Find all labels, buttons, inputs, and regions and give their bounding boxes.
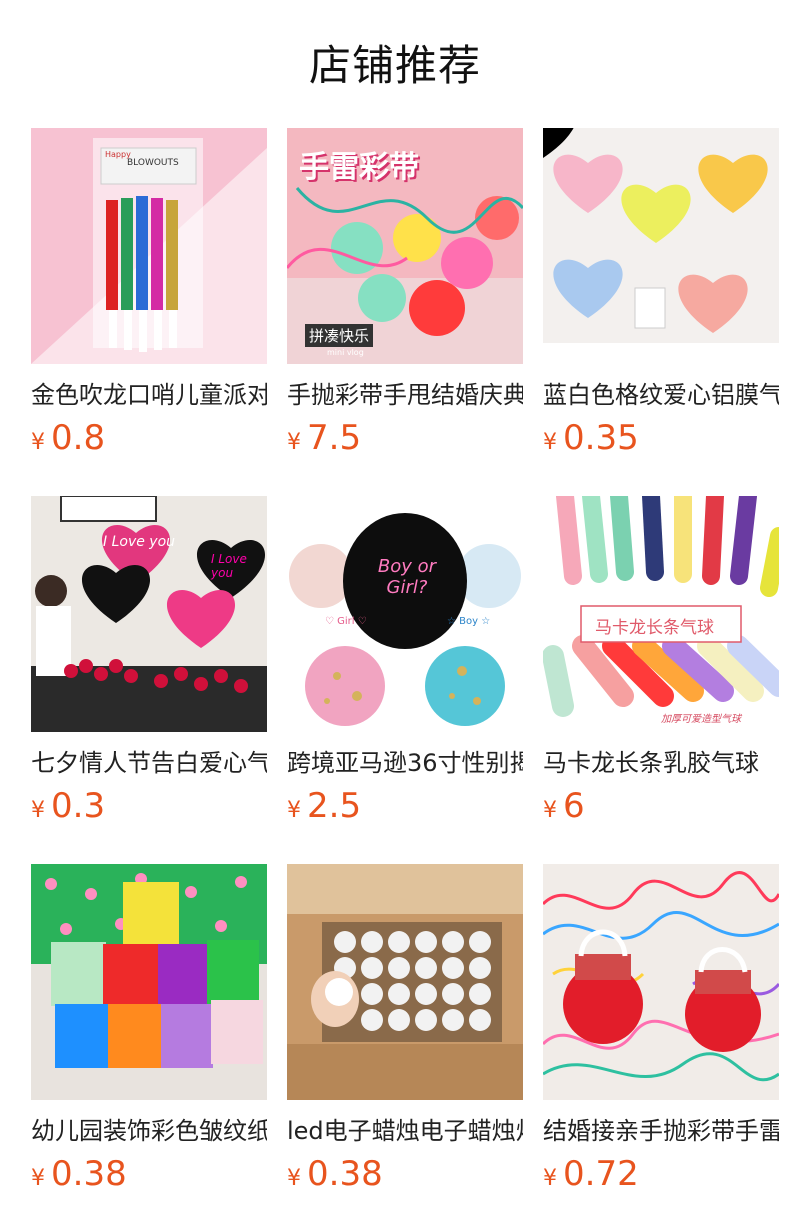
- product-image-streamers[interactable]: 手雷彩带 拼凑快乐 mini vlog: [287, 128, 523, 364]
- currency-symbol: ¥: [287, 430, 301, 455]
- price-value: 6: [563, 786, 585, 826]
- price-value: 2.5: [307, 786, 362, 826]
- image-main-text: Boy or Girl?: [377, 556, 437, 598]
- currency-symbol: ¥: [543, 798, 557, 823]
- product-card[interactable]: 手雷彩带 拼凑快乐 mini vlog 手抛彩带手甩结婚庆典 ¥7.5: [287, 128, 523, 458]
- product-name[interactable]: 金色吹龙口哨儿童派对: [31, 378, 267, 412]
- product-image-led-candles[interactable]: [287, 864, 523, 1100]
- product-price: ¥2.5: [287, 786, 523, 826]
- image-footer-text: mini vlog: [327, 348, 364, 357]
- price-value: 0.3: [51, 786, 106, 826]
- product-card[interactable]: BLOWOUTS Happy 金色吹龙口哨儿童派对 ¥0.8: [31, 128, 267, 458]
- product-price: ¥0.35: [543, 418, 779, 458]
- product-image-crepe-paper[interactable]: [31, 864, 267, 1100]
- image-left-tag: ♡ Girl ♡: [325, 616, 367, 627]
- price-value: 0.38: [307, 1154, 383, 1194]
- product-name[interactable]: 手抛彩带手甩结婚庆典: [287, 378, 523, 412]
- image-footer-text: 加厚可爱造型气球: [661, 714, 741, 725]
- currency-symbol: ¥: [31, 430, 45, 455]
- currency-symbol: ¥: [31, 1166, 45, 1191]
- product-name[interactable]: 七夕情人节告白爱心气球: [31, 746, 267, 780]
- image-headline-text: 手雷彩带: [299, 150, 419, 185]
- product-card[interactable]: Boy or Girl? ♡ Girl ♡ ☆ Boy ☆ 跨境亚马逊36寸性别…: [287, 496, 523, 826]
- product-name[interactable]: 马卡龙长条乳胶气球: [543, 746, 779, 780]
- product-price: ¥6: [543, 786, 779, 826]
- product-price: ¥7.5: [287, 418, 523, 458]
- image-balloon-text: I Love you: [103, 534, 176, 550]
- currency-symbol: ¥: [287, 798, 301, 823]
- product-name[interactable]: led电子蜡烛电子蜡烛灯: [287, 1114, 523, 1148]
- product-name[interactable]: 蓝白色格纹爱心铝膜气球: [543, 378, 779, 412]
- currency-symbol: ¥: [543, 1166, 557, 1191]
- price-value: 0.38: [51, 1154, 127, 1194]
- product-image-love-balloons[interactable]: I Love you I Love you: [31, 496, 267, 732]
- image-badge-text: 拼凑快乐: [305, 324, 374, 347]
- product-price: ¥0.38: [31, 1154, 267, 1194]
- product-price: ¥0.72: [543, 1154, 779, 1194]
- image-balloon-text: I Love you: [211, 552, 247, 580]
- currency-symbol: ¥: [31, 798, 45, 823]
- product-card[interactable]: 蓝白色格纹爱心铝膜气球 ¥0.35: [543, 128, 779, 458]
- product-image-heart-balloons[interactable]: [543, 128, 779, 364]
- currency-symbol: ¥: [543, 430, 557, 455]
- product-name[interactable]: 幼儿园装饰彩色皱纹纸: [31, 1114, 267, 1148]
- product-image-gender-reveal[interactable]: Boy or Girl? ♡ Girl ♡ ☆ Boy ☆: [287, 496, 523, 732]
- image-label-text: 马卡龙长条气球: [595, 618, 714, 638]
- price-value: 7.5: [307, 418, 362, 458]
- section-title: 店铺推荐: [308, 41, 481, 90]
- product-card[interactable]: I Love you I Love you 七夕情人节告白爱心气球 ¥0.3: [31, 496, 267, 826]
- image-brand-text: BLOWOUTS: [127, 158, 179, 168]
- price-value: 0.35: [563, 418, 639, 458]
- product-image-macaron-balloons[interactable]: 马卡龙长条气球 加厚可爱造型气球: [543, 496, 779, 732]
- product-card[interactable]: 结婚接亲手抛彩带手雷 ¥0.72: [543, 864, 779, 1194]
- product-image-blowouts[interactable]: BLOWOUTS Happy: [31, 128, 267, 364]
- product-name[interactable]: 结婚接亲手抛彩带手雷: [543, 1114, 779, 1148]
- product-price: ¥0.8: [31, 418, 267, 458]
- image-tagline-text: Happy: [105, 150, 131, 159]
- product-price: ¥0.3: [31, 786, 267, 826]
- price-value: 0.72: [563, 1154, 639, 1194]
- image-right-tag: ☆ Boy ☆: [447, 616, 491, 627]
- product-card[interactable]: 马卡龙长条气球 加厚可爱造型气球 马卡龙长条乳胶气球 ¥6: [543, 496, 779, 826]
- product-card[interactable]: led电子蜡烛电子蜡烛灯 ¥0.38: [287, 864, 523, 1194]
- price-value: 0.8: [51, 418, 106, 458]
- product-image-streamer-grenade[interactable]: [543, 864, 779, 1100]
- product-name[interactable]: 跨境亚马逊36寸性别揭示: [287, 746, 523, 780]
- product-price: ¥0.38: [287, 1154, 523, 1194]
- product-card[interactable]: 幼儿园装饰彩色皱纹纸 ¥0.38: [31, 864, 267, 1194]
- currency-symbol: ¥: [287, 1166, 301, 1191]
